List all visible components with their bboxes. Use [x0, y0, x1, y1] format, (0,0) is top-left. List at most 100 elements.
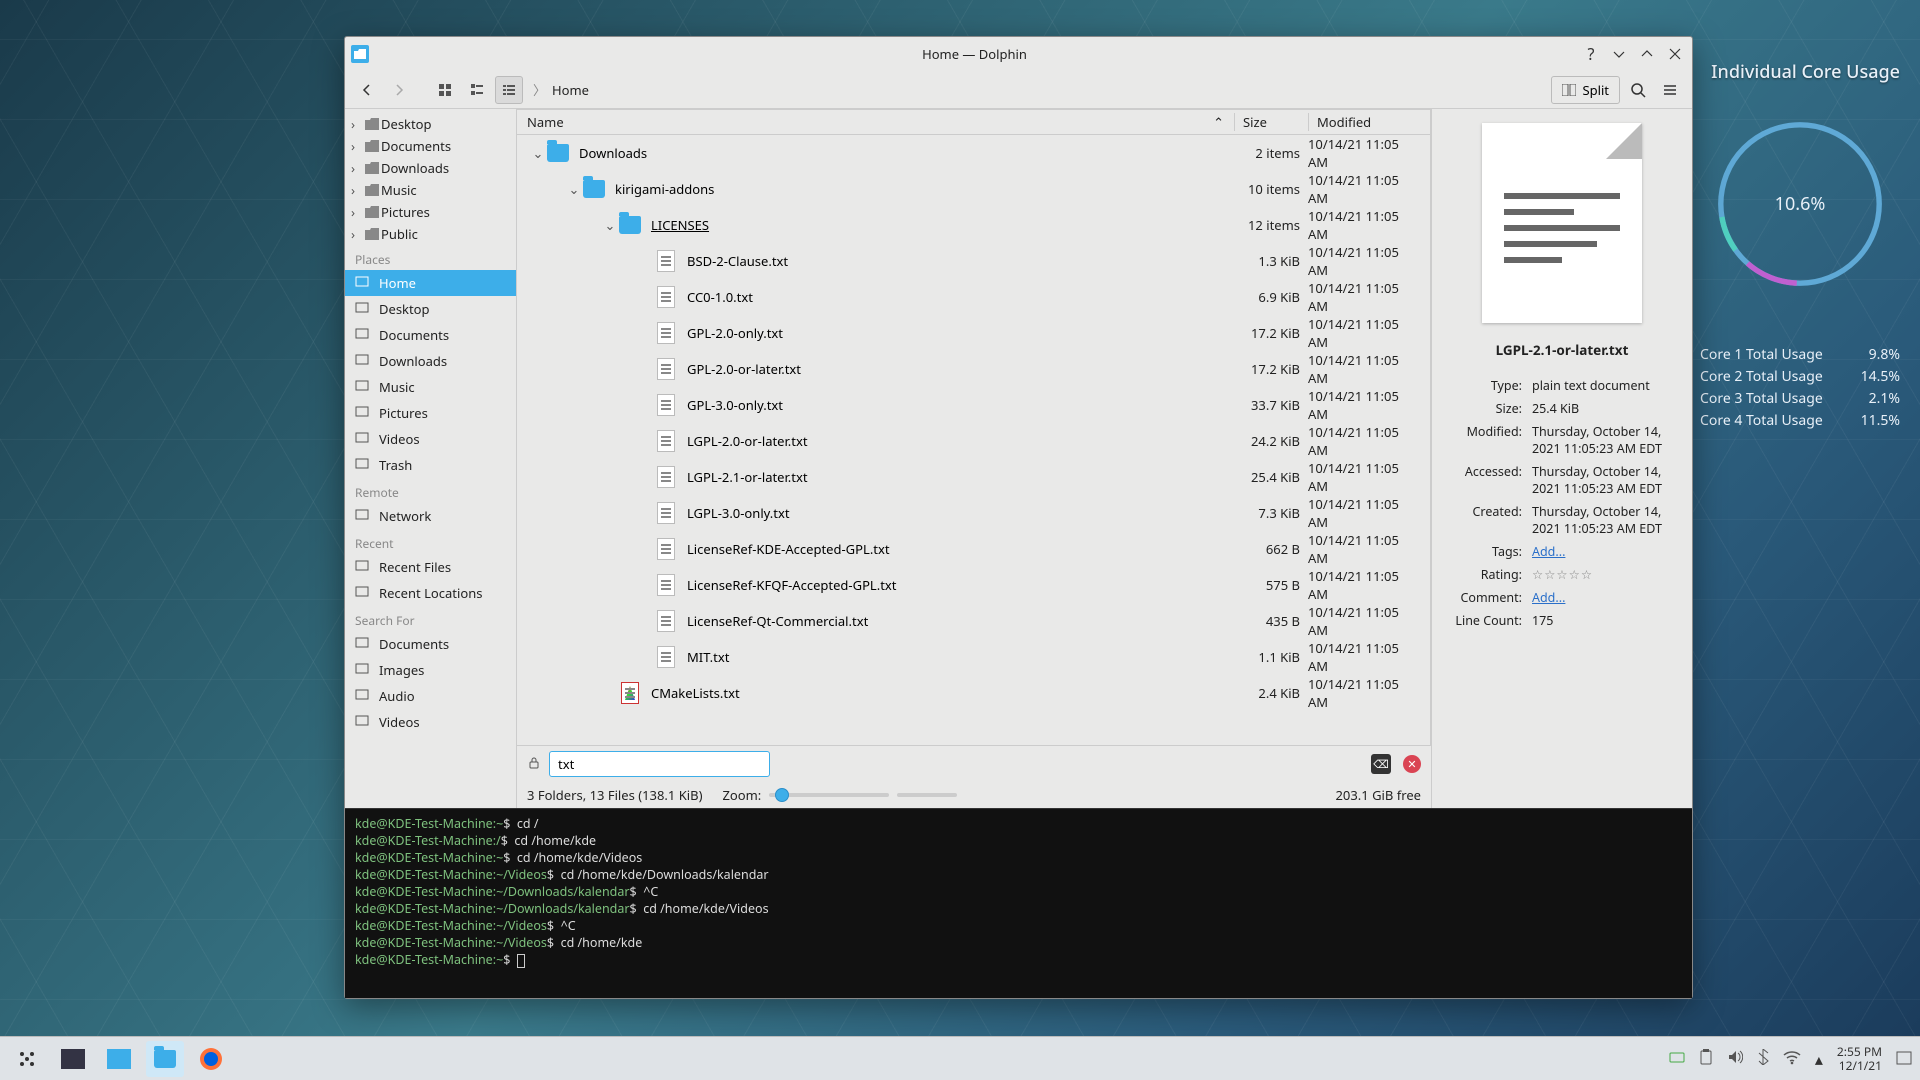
icon-view-button[interactable]: [431, 76, 459, 104]
bluetooth-icon[interactable]: [1757, 1048, 1769, 1070]
sidebar-tree-pictures[interactable]: ›Pictures: [345, 201, 516, 223]
file-row[interactable]: LicenseRef-Qt-Commercial.txt435 B10/14/2…: [517, 603, 1430, 639]
wifi-icon[interactable]: [1783, 1048, 1801, 1070]
terminal-panel[interactable]: kde@KDE-Test-Machine:~$ cd /kde@KDE-Test…: [345, 808, 1692, 998]
forward-button[interactable]: [385, 76, 413, 104]
sidebar-item-network[interactable]: Network: [345, 503, 516, 529]
sidebar-item-home[interactable]: Home: [345, 270, 516, 296]
help-button[interactable]: ?: [1580, 43, 1602, 65]
task-dolphin[interactable]: [146, 1041, 184, 1077]
show-desktop-button[interactable]: [1896, 1048, 1912, 1070]
sidebar-item-audio[interactable]: Audio: [345, 683, 516, 709]
file-row[interactable]: GPL-2.0-only.txt17.2 KiB10/14/21 11:05 A…: [517, 315, 1430, 351]
file-name[interactable]: LGPL-2.0-or-later.txt: [687, 432, 1234, 450]
file-name[interactable]: CMakeLists.txt: [651, 684, 1234, 702]
compact-view-button[interactable]: [463, 76, 491, 104]
sidebar-item-videos[interactable]: Videos: [345, 426, 516, 452]
sidebar-item-documents[interactable]: Documents: [345, 322, 516, 348]
sidebar-item-pictures[interactable]: Pictures: [345, 400, 516, 426]
details-view-button[interactable]: [495, 76, 523, 104]
chevron-down-icon[interactable]: ⌄: [567, 180, 581, 198]
clipboard-icon[interactable]: [1699, 1048, 1713, 1070]
sidebar-item-music[interactable]: Music: [345, 374, 516, 400]
filter-input[interactable]: [549, 751, 770, 777]
file-name[interactable]: LicenseRef-KFQF-Accepted-GPL.txt: [687, 576, 1234, 594]
folder-row[interactable]: ⌄Downloads2 items10/14/21 11:05 AM: [517, 135, 1430, 171]
info-row: Size:25.4 KiB: [1448, 398, 1676, 419]
file-name[interactable]: LICENSES: [651, 216, 1234, 234]
breadcrumb[interactable]: 〉 Home: [533, 80, 1547, 99]
file-name[interactable]: LGPL-2.1-or-later.txt: [687, 468, 1234, 486]
minimize-button[interactable]: [1608, 43, 1630, 65]
sidebar-tree-documents[interactable]: ›Documents: [345, 135, 516, 157]
file-row[interactable]: LGPL-2.1-or-later.txt25.4 KiB10/14/21 11…: [517, 459, 1430, 495]
folder-row[interactable]: ⌄kirigami-addons10 items10/14/21 11:05 A…: [517, 171, 1430, 207]
sidebar-tree-music[interactable]: ›Music: [345, 179, 516, 201]
sidebar-tree-public[interactable]: ›Public: [345, 223, 516, 245]
file-row[interactable]: BSD-2-Clause.txt1.3 KiB10/14/21 11:05 AM: [517, 243, 1430, 279]
file-name[interactable]: Downloads: [579, 144, 1234, 162]
file-name[interactable]: LicenseRef-Qt-Commercial.txt: [687, 612, 1234, 630]
file-row[interactable]: LicenseRef-KDE-Accepted-GPL.txt662 B10/1…: [517, 531, 1430, 567]
launcher-button[interactable]: [8, 1041, 46, 1077]
info-add-link[interactable]: Add...: [1532, 543, 1565, 560]
search-button[interactable]: [1624, 76, 1652, 104]
terminal-line: kde@KDE-Test-Machine:~/Videos$ cd /home/…: [355, 866, 1682, 883]
zoom-slider[interactable]: [769, 793, 889, 797]
sidebar-item-downloads[interactable]: Downloads: [345, 348, 516, 374]
file-name[interactable]: GPL-2.0-or-later.txt: [687, 360, 1234, 378]
file-row[interactable]: LicenseRef-KFQF-Accepted-GPL.txt575 B10/…: [517, 567, 1430, 603]
sidebar-item-videos[interactable]: Videos: [345, 709, 516, 735]
file-row[interactable]: LGPL-3.0-only.txt7.3 KiB10/14/21 11:05 A…: [517, 495, 1430, 531]
maximize-button[interactable]: [1636, 43, 1658, 65]
file-row[interactable]: CMakeLists.txt2.4 KiB10/14/21 11:05 AM: [517, 675, 1430, 711]
sidebar-item-documents[interactable]: Documents: [345, 631, 516, 657]
sidebar-tree-downloads[interactable]: ›Downloads: [345, 157, 516, 179]
zoom-slider-2[interactable]: [897, 793, 957, 797]
tray-expand-icon[interactable]: ▴: [1815, 1048, 1823, 1070]
chevron-down-icon[interactable]: ⌄: [603, 216, 617, 234]
task-firefox[interactable]: [192, 1041, 230, 1077]
task-system-settings[interactable]: [54, 1041, 92, 1077]
info-add-link[interactable]: Add...: [1532, 589, 1565, 606]
sidebar-item-recent-locations[interactable]: Recent Locations: [345, 580, 516, 606]
filter-bar: ⌫ ✕: [517, 746, 1431, 782]
file-name[interactable]: GPL-2.0-only.txt: [687, 324, 1234, 342]
column-name[interactable]: Name⌃: [517, 113, 1234, 131]
chevron-down-icon[interactable]: ⌄: [531, 144, 545, 162]
file-row[interactable]: GPL-2.0-or-later.txt17.2 KiB10/14/21 11:…: [517, 351, 1430, 387]
filter-close-button[interactable]: ✕: [1403, 755, 1421, 773]
sidebar-tree-desktop[interactable]: ›Desktop: [345, 113, 516, 135]
titlebar[interactable]: Home — Dolphin ?: [345, 37, 1692, 71]
folder-row[interactable]: ⌄LICENSES12 items10/14/21 11:05 AM: [517, 207, 1430, 243]
back-button[interactable]: [353, 76, 381, 104]
task-discover[interactable]: [100, 1041, 138, 1077]
rating-stars[interactable]: ☆☆☆☆☆: [1532, 566, 1593, 583]
breadcrumb-home[interactable]: Home: [552, 81, 589, 99]
file-name[interactable]: MIT.txt: [687, 648, 1234, 666]
file-name[interactable]: kirigami-addons: [615, 180, 1234, 198]
column-modified[interactable]: Modified: [1308, 113, 1430, 131]
file-name[interactable]: LicenseRef-KDE-Accepted-GPL.txt: [687, 540, 1234, 558]
split-button[interactable]: Split: [1551, 76, 1620, 104]
file-row[interactable]: GPL-3.0-only.txt33.7 KiB10/14/21 11:05 A…: [517, 387, 1430, 423]
sidebar-item-recent-files[interactable]: Recent Files: [345, 554, 516, 580]
volume-icon[interactable]: [1727, 1048, 1743, 1070]
file-name[interactable]: LGPL-3.0-only.txt: [687, 504, 1234, 522]
file-row[interactable]: CC0-1.0.txt6.9 KiB10/14/21 11:05 AM: [517, 279, 1430, 315]
sidebar-item-trash[interactable]: Trash: [345, 452, 516, 478]
sidebar-item-images[interactable]: Images: [345, 657, 516, 683]
file-row[interactable]: MIT.txt1.1 KiB10/14/21 11:05 AM: [517, 639, 1430, 675]
file-name[interactable]: CC0-1.0.txt: [687, 288, 1234, 306]
keyboard-icon[interactable]: [1669, 1048, 1685, 1070]
file-list[interactable]: ⌄Downloads2 items10/14/21 11:05 AM⌄kirig…: [517, 135, 1431, 746]
file-name[interactable]: BSD-2-Clause.txt: [687, 252, 1234, 270]
hamburger-menu-button[interactable]: [1656, 76, 1684, 104]
column-size[interactable]: Size: [1234, 113, 1308, 131]
file-name[interactable]: GPL-3.0-only.txt: [687, 396, 1234, 414]
close-button[interactable]: [1664, 43, 1686, 65]
file-row[interactable]: LGPL-2.0-or-later.txt24.2 KiB10/14/21 11…: [517, 423, 1430, 459]
clock[interactable]: 2:55 PM 12/1/21: [1837, 1045, 1882, 1073]
sidebar-item-desktop[interactable]: Desktop: [345, 296, 516, 322]
filter-clear-button[interactable]: ⌫: [1371, 754, 1391, 774]
